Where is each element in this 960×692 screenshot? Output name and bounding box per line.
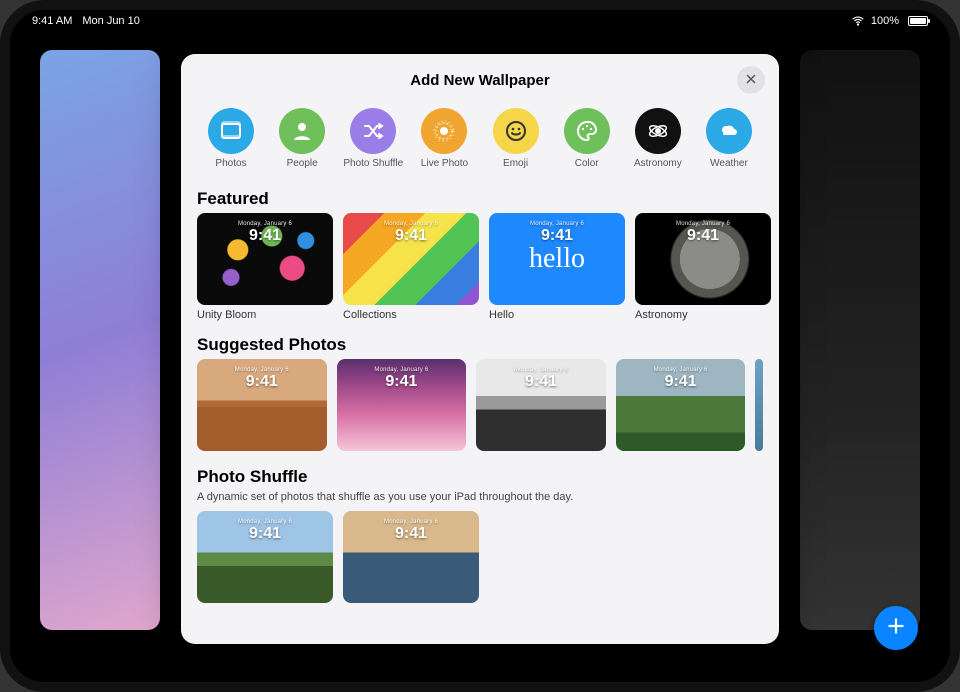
wallpaper-preview-card[interactable] — [40, 50, 160, 630]
status-time: 9:41 AM — [32, 15, 72, 27]
lock-overlay: Monday, January 6 9:41 — [197, 367, 327, 391]
category-label: Weather — [710, 158, 748, 169]
featured-item[interactable]: Monday, January 6 9:41 Collections — [343, 213, 479, 321]
wallpaper-thumb[interactable]: Monday, January 6 9:41 — [343, 511, 479, 603]
category-label: Color — [575, 158, 599, 169]
shuffle-row[interactable]: Monday, January 6 9:41 Monday, January 6… — [197, 511, 763, 603]
photos-icon — [208, 108, 254, 154]
lock-overlay: Monday, January 6 9:41 — [197, 221, 333, 245]
featured-item[interactable]: Monday, January 6 9:41 hello Hello — [489, 213, 625, 321]
section-subtitle-shuffle: A dynamic set of photos that shuffle as … — [197, 491, 763, 503]
thumb-label: Hello — [489, 309, 625, 321]
suggested-row[interactable]: Monday, January 6 9:41 Monday, January 6… — [197, 359, 763, 451]
featured-item[interactable]: Monday, January 6 9:41 Astronomy — [635, 213, 771, 321]
ipad-frame: 9:41 AM Mon Jun 10 100% — [0, 0, 960, 692]
hello-text: hello — [489, 213, 625, 305]
lock-overlay: Monday, January 6 9:41 — [197, 519, 333, 543]
palette-icon — [564, 108, 610, 154]
category-row: Photos People Photo Shuffle Live Photo Emoji… — [197, 106, 763, 183]
section-title-suggested: Suggested Photos — [197, 335, 763, 355]
astronomy-icon — [635, 108, 681, 154]
category-label: Photo Shuffle — [343, 158, 403, 169]
featured-item[interactable]: Monday, January 6 9:41 Unity Bloom — [197, 213, 333, 321]
wallpaper-thumb[interactable]: Monday, January 6 9:41 — [197, 511, 333, 603]
battery-percent: 100% — [871, 15, 899, 27]
section-title-featured: Featured — [197, 189, 763, 209]
sheet-body: Photos People Photo Shuffle Live Photo Emoji… — [181, 106, 779, 644]
wallpaper-thumb[interactable]: Monday, January 6 9:41 — [476, 359, 606, 451]
category-emoji[interactable]: Emoji — [482, 108, 550, 169]
lock-overlay: Monday, January 6 9:41 — [616, 367, 746, 391]
category-weather[interactable]: Weather — [695, 108, 763, 169]
category-label: Photos — [215, 158, 246, 169]
wallpaper-thumb[interactable]: Monday, January 6 9:41 — [635, 213, 771, 305]
weather-icon — [706, 108, 752, 154]
category-color[interactable]: Color — [553, 108, 621, 169]
plus-icon — [886, 616, 906, 641]
category-label: Emoji — [503, 158, 528, 169]
category-live[interactable]: Live Photo — [410, 108, 478, 169]
featured-row[interactable]: Monday, January 6 9:41 Unity Bloom Monda… — [197, 213, 763, 321]
wallpaper-thumb[interactable]: Monday, January 6 9:41 hello — [489, 213, 625, 305]
lock-overlay: Monday, January 6 9:41 — [343, 221, 479, 245]
thumb-label: Unity Bloom — [197, 309, 333, 321]
category-label: Live Photo — [421, 158, 468, 169]
thumb-label: Collections — [343, 309, 479, 321]
category-shuffle[interactable]: Photo Shuffle — [339, 108, 407, 169]
lock-overlay: Monday, January 6 9:41 — [635, 221, 771, 245]
status-bar: 9:41 AM Mon Jun 10 100% — [10, 10, 950, 32]
close-icon — [745, 72, 757, 89]
wallpaper-preview-card[interactable] — [800, 50, 920, 630]
wallpaper-thumb-peek[interactable] — [755, 359, 763, 451]
lock-overlay: Monday, January 6 9:41 — [337, 367, 467, 391]
close-button[interactable] — [737, 66, 765, 94]
add-wallpaper-button[interactable] — [874, 606, 918, 650]
shuffle-icon — [350, 108, 396, 154]
category-astro[interactable]: Astronomy — [624, 108, 692, 169]
wallpaper-thumb[interactable]: Monday, January 6 9:41 — [197, 213, 333, 305]
category-label: People — [287, 158, 318, 169]
thumb-label: Astronomy — [635, 309, 771, 321]
wifi-icon — [851, 14, 865, 28]
wallpaper-thumb[interactable]: Monday, January 6 9:41 — [616, 359, 746, 451]
sheet-header: Add New Wallpaper — [181, 54, 779, 106]
battery-icon — [905, 16, 928, 26]
sheet-title: Add New Wallpaper — [410, 72, 549, 89]
add-wallpaper-sheet: Add New Wallpaper Photos People Photo Shuf… — [181, 54, 779, 644]
category-people[interactable]: People — [268, 108, 336, 169]
person-icon — [279, 108, 325, 154]
section-title-shuffle: Photo Shuffle — [197, 467, 763, 487]
wallpaper-thumb[interactable]: Monday, January 6 9:41 — [343, 213, 479, 305]
emoji-icon — [493, 108, 539, 154]
lock-overlay: Monday, January 6 9:41 — [343, 519, 479, 543]
wallpaper-thumb[interactable]: Monday, January 6 9:41 — [197, 359, 327, 451]
lock-overlay: Monday, January 6 9:41 — [476, 367, 606, 391]
live-photo-icon — [421, 108, 467, 154]
status-date: Mon Jun 10 — [82, 15, 139, 27]
wallpaper-thumb[interactable]: Monday, January 6 9:41 — [337, 359, 467, 451]
category-photos[interactable]: Photos — [197, 108, 265, 169]
category-label: Astronomy — [634, 158, 682, 169]
screen: 9:41 AM Mon Jun 10 100% — [10, 10, 950, 682]
